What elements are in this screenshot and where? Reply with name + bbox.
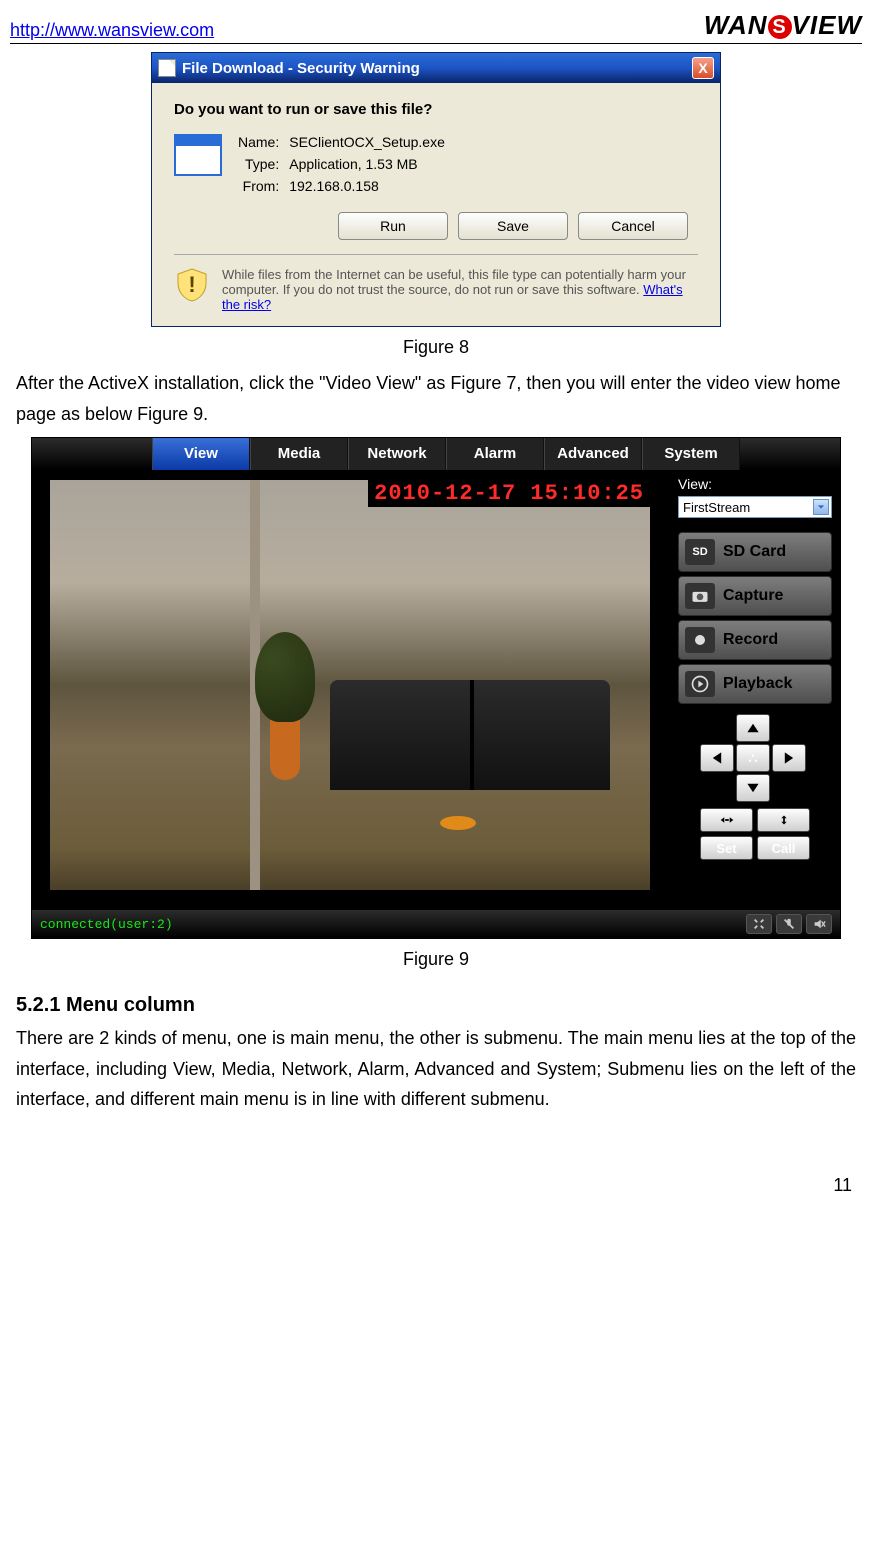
view-label: View: <box>678 476 832 492</box>
tab-advanced[interactable]: Advanced <box>544 438 642 470</box>
tab-network[interactable]: Network <box>348 438 446 470</box>
stream-selected-value: FirstStream <box>683 500 750 515</box>
from-value: 192.168.0.158 <box>289 178 445 194</box>
pan-scan-button[interactable] <box>700 808 753 832</box>
preset-call-button[interactable]: Call <box>757 836 810 860</box>
page-header: http://www.wansview.com WANSVIEW <box>10 10 862 44</box>
run-button[interactable]: Run <box>338 212 448 240</box>
page-number: 11 <box>10 1175 862 1196</box>
record-icon <box>685 627 715 653</box>
close-button[interactable]: X <box>692 57 714 79</box>
video-frame: 2010-12-17 15:10:25 <box>50 480 650 890</box>
mic-mute-icon[interactable] <box>776 914 802 934</box>
shield-warning-icon: ! <box>174 267 210 303</box>
paragraph-after-fig8: After the ActiveX installation, click th… <box>16 368 856 429</box>
dialog-title: File Download - Security Warning <box>182 60 420 77</box>
dialog-question: Do you want to run or save this file? <box>174 101 698 118</box>
video-area: 2010-12-17 15:10:25 <box>32 470 670 910</box>
side-panel: View: FirstStream SD SD Card Capture <box>670 470 840 910</box>
wansview-link[interactable]: http://www.wansview.com <box>10 20 214 41</box>
ptz-center-button[interactable]: ∴ <box>736 744 770 772</box>
connection-status: connected(user:2) <box>40 917 173 932</box>
sdcard-button[interactable]: SD SD Card <box>678 532 832 572</box>
stream-select[interactable]: FirstStream <box>678 496 832 518</box>
cancel-button[interactable]: Cancel <box>578 212 688 240</box>
wansview-logo: WANSVIEW <box>704 10 862 41</box>
ptz-left-button[interactable] <box>700 744 734 772</box>
playback-button[interactable]: Playback <box>678 664 832 704</box>
name-label: Name: <box>238 134 279 150</box>
from-label: From: <box>238 178 279 194</box>
dialog-titlebar: File Download - Security Warning X <box>152 53 720 83</box>
figure-9-caption: Figure 9 <box>10 949 862 970</box>
chevron-down-icon <box>813 499 829 515</box>
name-value: SEClientOCX_Setup.exe <box>289 134 445 150</box>
camera-icon <box>685 583 715 609</box>
figure-8-caption: Figure 8 <box>10 337 862 358</box>
ptz-controls: ∴ <box>700 714 810 802</box>
play-icon <box>685 671 715 697</box>
save-button[interactable]: Save <box>458 212 568 240</box>
video-timestamp: 2010-12-17 15:10:25 <box>368 480 650 507</box>
tab-media[interactable]: Media <box>250 438 348 470</box>
sdcard-icon: SD <box>685 539 715 565</box>
tilt-scan-button[interactable] <box>757 808 810 832</box>
tab-system[interactable]: System <box>642 438 740 470</box>
capture-button[interactable]: Capture <box>678 576 832 616</box>
ptz-down-button[interactable] <box>736 774 770 802</box>
file-download-dialog: File Download - Security Warning X Do yo… <box>151 52 721 327</box>
speaker-mute-icon[interactable] <box>806 914 832 934</box>
record-button[interactable]: Record <box>678 620 832 660</box>
type-label: Type: <box>238 156 279 172</box>
tools-icon[interactable] <box>746 914 772 934</box>
ptz-up-button[interactable] <box>736 714 770 742</box>
tab-view[interactable]: View <box>152 438 250 470</box>
main-menu-tabs: View Media Network Alarm Advanced System <box>32 438 840 470</box>
security-warning: ! While files from the Internet can be u… <box>174 254 698 312</box>
application-icon <box>174 134 222 176</box>
ptz-right-button[interactable] <box>772 744 806 772</box>
svg-text:!: ! <box>188 272 195 297</box>
type-value: Application, 1.53 MB <box>289 156 445 172</box>
tab-alarm[interactable]: Alarm <box>446 438 544 470</box>
logo-s-icon: S <box>768 15 792 39</box>
preset-set-button[interactable]: Set <box>700 836 753 860</box>
section-heading: 5.2.1 Menu column <box>16 994 856 1017</box>
file-icon <box>158 59 176 77</box>
camera-viewer: View Media Network Alarm Advanced System… <box>31 437 841 939</box>
status-bar: connected(user:2) <box>32 910 840 938</box>
section-text: There are 2 kinds of menu, one is main m… <box>16 1023 856 1115</box>
